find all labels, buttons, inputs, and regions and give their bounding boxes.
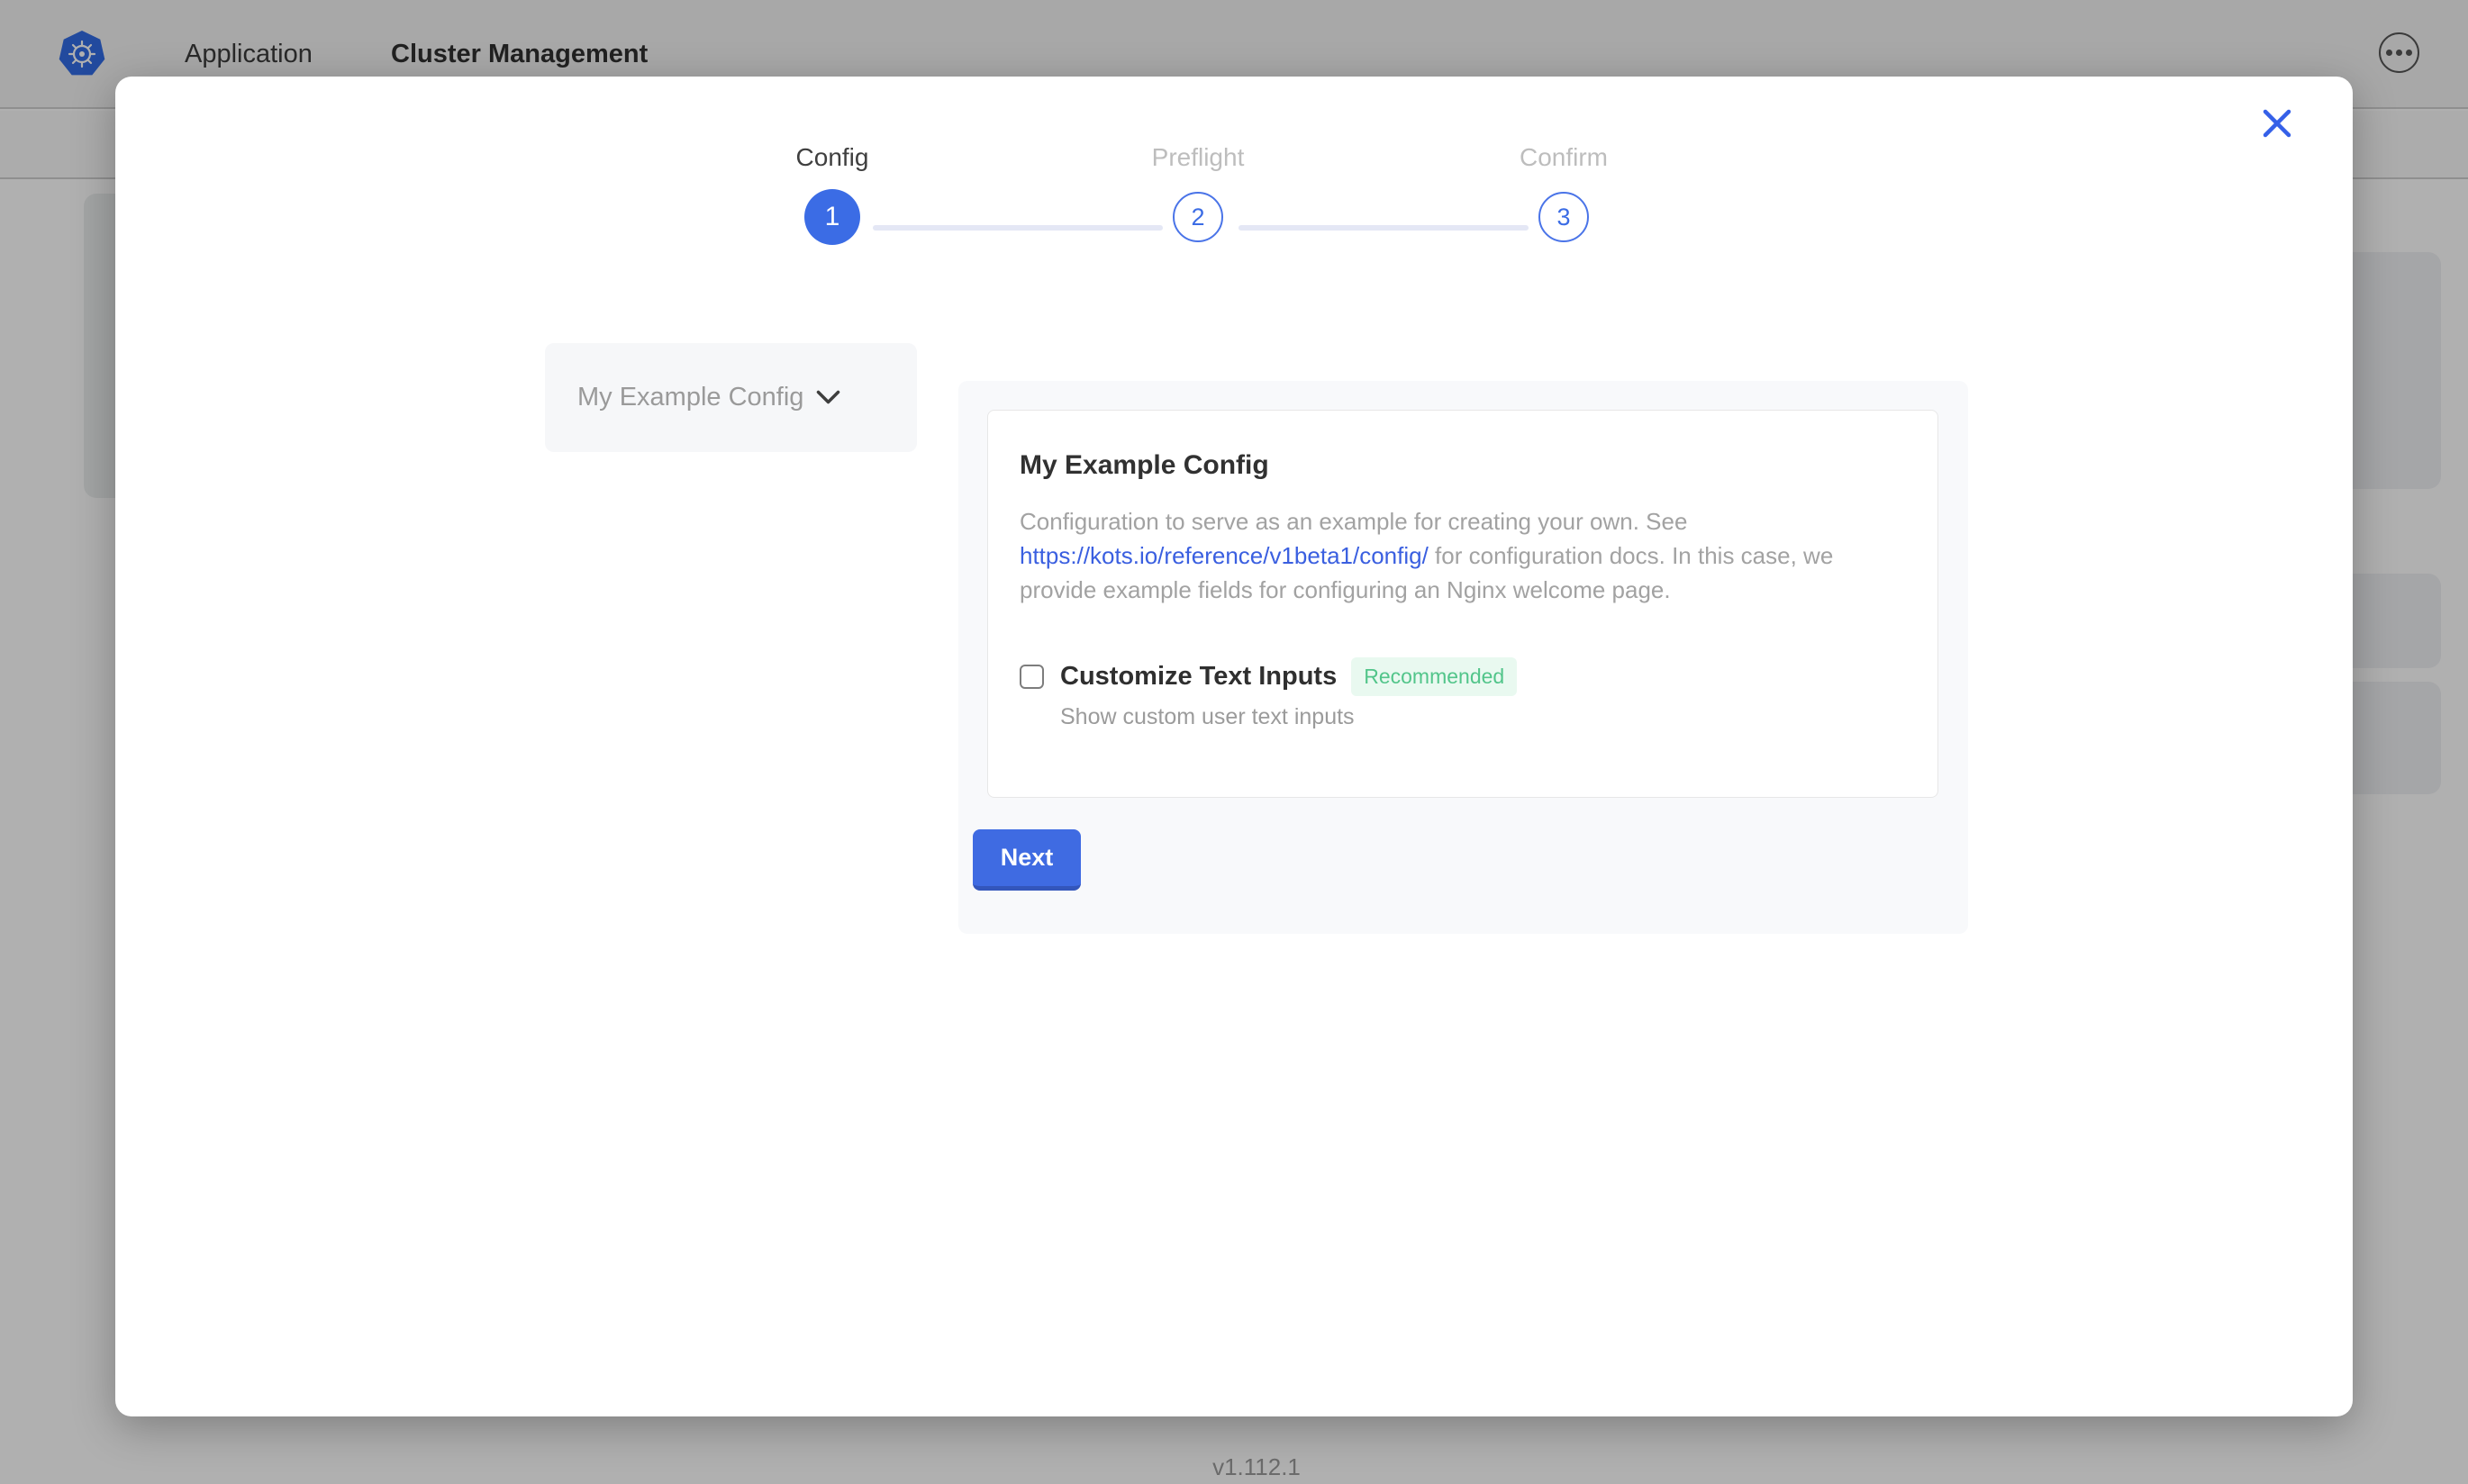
chevron-down-icon [816, 390, 840, 405]
step-label: Preflight [1090, 143, 1306, 172]
close-icon[interactable] [2261, 107, 2293, 140]
config-group-selector[interactable]: My Example Config [545, 343, 917, 452]
next-button[interactable]: Next [973, 829, 1081, 891]
step-number-badge: 2 [1173, 192, 1223, 242]
config-group-description: Configuration to serve as an example for… [1020, 504, 1889, 607]
step-confirm: Confirm 3 [1456, 143, 1672, 242]
checkbox-row: Customize Text Inputs Recommended [1020, 657, 1906, 696]
config-group-card: My Example Config Configuration to serve… [987, 410, 1938, 798]
config-wizard-modal: Config 1 Preflight 2 Confirm 3 My Exampl… [115, 77, 2353, 1416]
step-preflight: Preflight 2 [1090, 143, 1306, 242]
step-config: Config 1 [724, 143, 940, 245]
checkbox-label: Customize Text Inputs [1060, 662, 1337, 692]
config-docs-link[interactable]: https://kots.io/reference/v1beta1/config… [1020, 542, 1429, 569]
config-panel: My Example Config Configuration to serve… [958, 381, 1968, 934]
checkbox-help-text: Show custom user text inputs [1060, 704, 1906, 730]
recommended-badge: Recommended [1351, 657, 1517, 696]
config-group-selector-label: My Example Config [577, 383, 803, 412]
step-label: Confirm [1456, 143, 1672, 172]
step-label: Config [724, 143, 940, 172]
config-group-title: My Example Config [1020, 450, 1906, 481]
step-number-badge: 3 [1538, 192, 1589, 242]
step-number-badge: 1 [804, 189, 860, 245]
customize-text-inputs-checkbox[interactable] [1020, 665, 1044, 689]
